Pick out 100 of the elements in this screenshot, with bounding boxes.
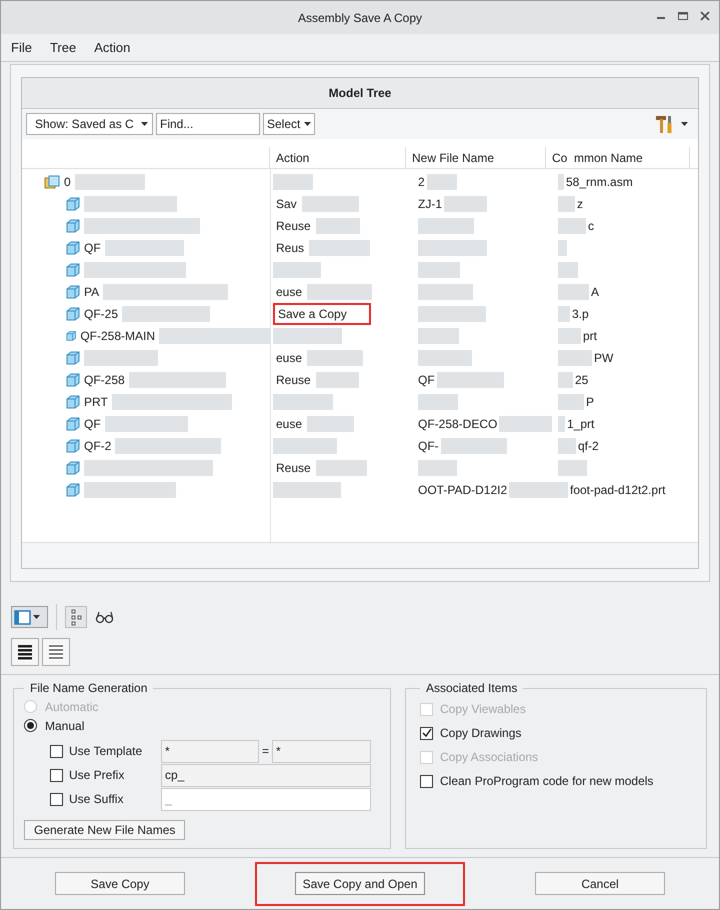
dropdown-value: Show: Saved as C (35, 116, 134, 133)
tree-item-label[interactable]: QF (84, 239, 101, 257)
pixelated-block (558, 416, 565, 432)
table-cell-text: z (577, 196, 583, 213)
tree-item-label[interactable]: QF-25 (84, 305, 118, 323)
tree-item-label[interactable]: 0 (64, 173, 71, 191)
caret-icon (681, 122, 688, 126)
part-icon (66, 439, 80, 453)
checkbox[interactable] (420, 726, 433, 740)
tree-item-label[interactable]: QF-258 (84, 371, 125, 389)
part-icon (66, 483, 80, 497)
pixelated-block (316, 460, 367, 476)
layout-dropdown[interactable] (11, 606, 48, 628)
pixelated-block (558, 306, 570, 322)
menu-item[interactable]: Tree (50, 38, 76, 58)
table-cell-text: A (591, 284, 600, 301)
caret-icon (304, 122, 312, 126)
menu-item[interactable]: Action (94, 38, 130, 58)
find-field[interactable]: Find... (156, 113, 260, 135)
pixelated-block (558, 372, 573, 388)
radio-button[interactable] (24, 719, 37, 732)
pixelated-block (558, 438, 576, 454)
panel-layout-icon (14, 610, 31, 624)
pixelated-block (418, 394, 458, 410)
pixelated-block (307, 416, 354, 432)
checkbox[interactable] (50, 744, 63, 758)
table-cell-text: QF- (418, 438, 439, 455)
glasses-icon[interactable] (95, 610, 115, 624)
pixelated-block (499, 416, 552, 432)
pixelated-block (558, 262, 578, 278)
action-cell[interactable]: euse (273, 413, 306, 435)
action-cell[interactable]: Reus (273, 237, 308, 259)
action-cell[interactable]: Sav (273, 193, 300, 215)
checkbox-label: Copy Associations (440, 749, 538, 766)
menu-item[interactable]: File (11, 38, 32, 58)
table-cell-text: 25 (575, 372, 588, 389)
pixelated-block (558, 218, 586, 234)
select-dropdown[interactable]: Select (263, 113, 316, 135)
checkbox-label: Use Prefix (69, 767, 126, 784)
checkbox[interactable] (50, 792, 63, 806)
maximize-icon[interactable] (677, 10, 689, 22)
action-cell[interactable]: euse (273, 347, 306, 369)
tree-item-label[interactable]: QF (84, 415, 101, 433)
input-field[interactable]: * (161, 740, 259, 762)
equals-sign: = (260, 743, 270, 760)
action-cell[interactable]: Reuse (273, 369, 314, 391)
table-cell-text: c (588, 218, 594, 235)
dialog-button[interactable]: Save Copy and Open (295, 872, 425, 895)
dialog-button[interactable]: Save Copy (55, 872, 185, 895)
table-cell-text: 2 (418, 174, 425, 191)
generate-names-button[interactable]: Generate New File Names (24, 820, 186, 840)
table-cell-text: ZJ-1 (418, 196, 442, 213)
action-cell[interactable]: Reuse (273, 215, 314, 237)
tree-item-label[interactable]: QF-258-MAIN (80, 327, 155, 345)
pixelated-block (440, 438, 507, 454)
tree-item-label[interactable]: PRT (84, 393, 108, 411)
pixelated-block (309, 240, 370, 256)
close-icon[interactable] (699, 10, 711, 22)
table-cell-text: OOT-PAD-D12I2 (418, 482, 508, 499)
input-field[interactable]: cp_ (161, 764, 371, 786)
group-title: File Name Generation (29, 680, 148, 697)
checkbox[interactable] (420, 774, 433, 788)
pixelated-block (418, 218, 474, 234)
table-cell-text: qf-2 (578, 438, 599, 455)
table-cell-text: foot-pad-d12t2.prt (570, 482, 666, 499)
table-cell-text: 1_prt (567, 416, 594, 433)
table-cell-text: prt (583, 328, 598, 345)
column-header[interactable]: Action (270, 147, 406, 168)
part-icon (66, 395, 80, 409)
pixelated-block (444, 196, 487, 212)
table-cell-text: P (586, 394, 594, 411)
input-field[interactable]: * (272, 740, 371, 762)
show-dropdown[interactable]: Show: Saved as C (26, 113, 153, 135)
tree-item-label[interactable]: QF-2 (84, 437, 112, 455)
pixelated-block (558, 328, 581, 344)
dialog-button[interactable]: Cancel (535, 872, 665, 895)
column-header[interactable]: Co mmon Name (546, 147, 690, 168)
table-cell-text: PW (594, 350, 614, 367)
pixelated-block (418, 306, 486, 322)
column-header[interactable]: New File Name (406, 147, 546, 168)
pixelated-block (316, 218, 360, 234)
part-icon (66, 373, 80, 387)
checkbox-label: Clean ProProgram code for new models (440, 773, 654, 790)
part-icon (66, 417, 80, 431)
part-icon (66, 241, 80, 255)
action-cell[interactable]: Reuse (273, 457, 314, 479)
pixelated-block (558, 196, 575, 212)
part-icon (66, 219, 80, 233)
input-field[interactable]: _ (161, 788, 371, 810)
highlighted-action-cell[interactable]: Save a Copy (273, 303, 371, 325)
action-cell[interactable]: euse (273, 281, 306, 303)
caret-icon (33, 615, 40, 619)
tree-item-label[interactable]: PA (84, 283, 100, 301)
table-cell-text: 58_rnm.asm (566, 174, 633, 191)
tools-icon[interactable] (654, 114, 674, 134)
tree-structure-icon[interactable] (65, 606, 87, 628)
thin-lines-icon[interactable] (42, 638, 70, 666)
thick-lines-icon[interactable] (11, 638, 39, 666)
checkbox[interactable] (50, 768, 63, 782)
pixelated-block (302, 196, 359, 212)
